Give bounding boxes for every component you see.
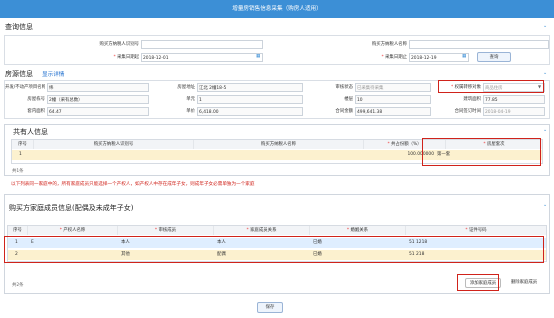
co-owner-count: 共1条 (12, 169, 24, 174)
buyer-id-label: 购买方纳税人识别号 (99, 42, 139, 47)
col-member: * 审核成员 (118, 226, 214, 235)
show-detail-link[interactable]: 显示详情 (42, 70, 64, 78)
query-section-title: 查询信息 (5, 23, 33, 31)
row-index: 1 (19, 152, 22, 157)
chevron-down-icon[interactable]: ⌄ (543, 126, 547, 135)
unit-label: 单元 (186, 97, 195, 102)
buyer-id-input[interactable] (141, 40, 263, 49)
col-buyer-id: 购买方纳税人识别号 (34, 140, 194, 149)
family-notice: 以下列表同一家庭中的，所有家庭成员只能选择一个产权人，如产权人中存在成年子女，则… (11, 182, 255, 187)
contract-amount-field: 499,641.38 (355, 107, 431, 116)
unit-field: 1 (197, 95, 303, 104)
highlight-house-times (422, 138, 541, 166)
end-date-label: * 采集日期止 (381, 55, 407, 60)
inner-area-label: 套内面积 (27, 109, 45, 114)
co-owner-section-title: 共有人信息 (13, 128, 48, 136)
col-index: 序号 (8, 226, 28, 235)
calendar-icon[interactable]: ▦ (256, 52, 260, 61)
end-date-input[interactable]: 2018-12-19 (409, 53, 469, 62)
start-date-label: * 采集日期起 (113, 55, 139, 60)
buyer-name-input[interactable] (409, 40, 549, 49)
col-id-number: * 证件号码 (406, 226, 546, 235)
audit-status-label: 审核状态 (335, 85, 353, 90)
building-area-field: 77.85 (483, 95, 545, 104)
delete-family-member-button[interactable]: 删除家庭成员 (505, 278, 543, 288)
family-section-title: 购买方家庭成员信息(配偶及未成年子女) (9, 204, 134, 212)
buyer-name-label: 购买方纳税人名称 (371, 42, 407, 47)
audit-status-field: 已采集待采集 (355, 83, 431, 92)
col-index: 序号 (12, 140, 34, 149)
unit-price-label: 单价 (186, 109, 195, 114)
project-name-field: 纬 (47, 83, 149, 92)
address-field: 江北 2幢18-5 (197, 83, 303, 92)
row-buyer-name (196, 150, 362, 159)
col-marriage: * 婚姻关系 (310, 226, 406, 235)
row-buyer-id (36, 150, 192, 159)
floor-field: 10 (355, 95, 431, 104)
start-date-input[interactable]: 2018-12-01 (141, 53, 263, 62)
unit-price-field: 6,418.00 (197, 107, 303, 116)
building-no-label: 房屋栋号 (27, 97, 45, 102)
family-count: 共2条 (12, 283, 24, 288)
contract-date-label: 合同签订时间 (454, 109, 481, 114)
chevron-down-icon[interactable]: ⌄ (543, 69, 547, 78)
chevron-down-icon[interactable]: ⌄ (543, 201, 547, 210)
house-section-title: 房源信息 (5, 70, 33, 78)
window-title: 增量房销售信息采集（购房人适用） (0, 0, 554, 18)
col-buyer-name: 购买方纳税人名称 (194, 140, 364, 149)
highlight-add-member (457, 274, 499, 291)
project-name-label: 开发/不动产项目名称 (5, 85, 45, 90)
address-label: 房屋地址 (177, 85, 195, 90)
query-panel: 购买方纳税人识别号 购买方纳税人名称 * 采集日期起 2018-12-01 ▦ … (4, 35, 550, 65)
highlight-family-rows (4, 236, 544, 263)
chevron-down-icon[interactable]: ⌄ (543, 22, 547, 31)
contract-amount-label: 合同金额 (335, 109, 353, 114)
highlight-transfer-object (438, 80, 544, 93)
inner-area-field: 64.47 (47, 107, 149, 116)
building-area-label: 建筑面积 (463, 97, 481, 102)
calendar-icon[interactable]: ▦ (462, 52, 466, 61)
floor-label: 楼层 (344, 97, 353, 102)
col-relation: * 家庭成员关系 (214, 226, 310, 235)
col-owner-name: * 产权人名称 (28, 226, 118, 235)
save-button[interactable]: 保存 (257, 302, 283, 313)
building-no-field: 2幢（采有总数） (47, 95, 149, 104)
contract-date-field: 2018-04-19 (483, 107, 545, 116)
query-button[interactable]: 查询 (477, 52, 511, 62)
